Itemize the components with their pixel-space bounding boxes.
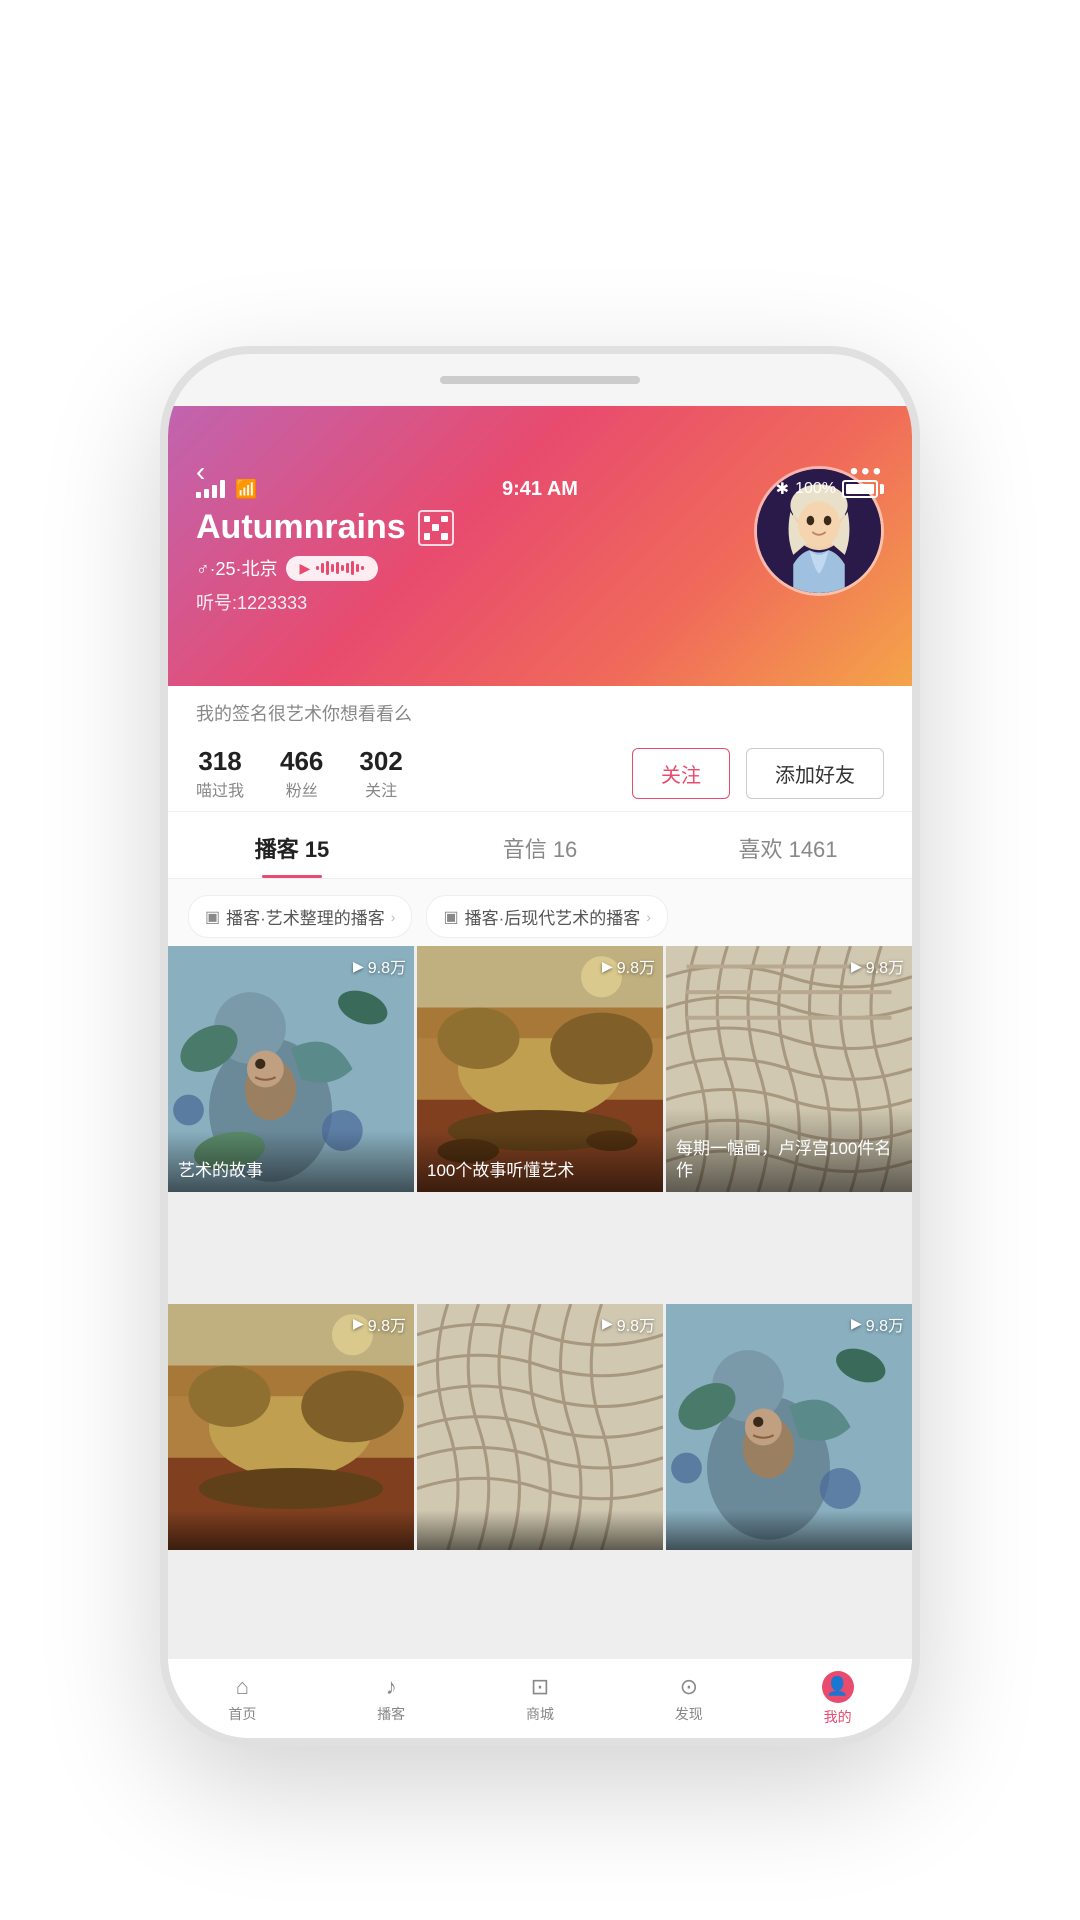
following-label: 关注 xyxy=(365,783,397,800)
add-friend-button[interactable]: 添加好友 xyxy=(746,748,884,799)
bluetooth-icon: ✱ xyxy=(776,479,789,499)
phone-container: 📶 9:41 AM ✱ 100% ‹ ••• xyxy=(0,346,1080,1746)
app-content: 📶 9:41 AM ✱ 100% ‹ ••• xyxy=(168,406,912,1738)
bio-text: 我的签名很艺术你想看看么 xyxy=(168,686,912,736)
profile-nav-icon: 👤 xyxy=(826,1676,848,1697)
play-count-3: ▶ 9.8万 xyxy=(851,954,904,978)
grid-label-4 xyxy=(168,1510,414,1550)
profile-header-bg: ‹ ••• Autumnrains ♂·25·北京 xyxy=(168,406,912,686)
home-icon: ⌂ xyxy=(236,1674,249,1700)
action-buttons: 关注 添加好友 xyxy=(632,748,884,799)
username: Autumnrains xyxy=(196,508,406,547)
grid-item-1[interactable]: ▶ 9.8万 艺术的故事 xyxy=(168,946,414,1192)
playlist-tag-label-1: 播客·艺术整理的播客 xyxy=(226,904,385,929)
status-bar: 📶 9:41 AM ✱ 100% xyxy=(168,458,912,510)
profile-label: 我的 xyxy=(824,1707,852,1727)
following-count: 302 xyxy=(359,746,402,777)
qr-code-icon[interactable] xyxy=(418,510,454,546)
play-icon-2: ▶ xyxy=(602,958,613,975)
voice-play-icon: ▶ xyxy=(300,560,311,577)
grid-label-3: 每期一幅画，卢浮宫100件名作 xyxy=(666,1108,912,1192)
battery-icon xyxy=(842,480,884,498)
profile-bio-section: 我的签名很艺术你想看看么 318 喵过我 466 粉丝 302 关注 xyxy=(168,686,912,955)
stat-fans[interactable]: 466 粉丝 xyxy=(280,746,323,801)
chevron-right-icon-2: › xyxy=(646,909,651,925)
play-icon-1: ▶ xyxy=(353,958,364,975)
grid-label-1: 艺术的故事 xyxy=(168,1130,414,1192)
home-label: 首页 xyxy=(228,1704,256,1724)
nav-item-home[interactable]: ⌂ 首页 xyxy=(168,1674,317,1724)
grid-item-3[interactable]: ▶ 9.8万 每期一幅画，卢浮宫100件名作 xyxy=(666,946,912,1192)
chevron-right-icon-1: › xyxy=(391,909,396,925)
wifi-icon: 📶 xyxy=(235,479,257,500)
play-count-2: ▶ 9.8万 xyxy=(602,954,655,978)
grid-item-6[interactable]: ▶ 9.8万 xyxy=(666,1304,912,1550)
tab-likes[interactable]: 喜欢 1461 xyxy=(664,812,912,878)
grid-label-2: 100个故事听懂艺术 xyxy=(417,1130,663,1192)
fans-count: 466 xyxy=(280,746,323,777)
play-icon-5: ▶ xyxy=(602,1315,613,1332)
playlist-tags-row: ▣ 播客·艺术整理的播客 › ▣ 播客·后现代艺术的播客 › xyxy=(168,879,912,955)
play-count-1: ▶ 9.8万 xyxy=(353,954,406,978)
liked-me-count: 318 xyxy=(196,746,244,777)
status-right: ✱ 100% xyxy=(776,479,884,499)
grid-label-6 xyxy=(666,1510,912,1550)
playlist-tag-icon-2: ▣ xyxy=(443,907,458,927)
nav-item-profile[interactable]: 👤 我的 xyxy=(763,1671,912,1727)
nav-item-podcast[interactable]: ♪ 播客 xyxy=(317,1674,466,1724)
stat-liked-me[interactable]: 318 喵过我 xyxy=(196,746,244,801)
nav-item-discover[interactable]: ⊙ 发现 xyxy=(614,1674,763,1724)
status-time: 9:41 AM xyxy=(502,478,578,501)
follow-button[interactable]: 关注 xyxy=(632,748,730,799)
play-icon-3: ▶ xyxy=(851,958,862,975)
phone-mockup: 📶 9:41 AM ✱ 100% ‹ ••• xyxy=(160,346,920,1746)
grid-item-4[interactable]: ▶ 9.8万 xyxy=(168,1304,414,1550)
phone-notch-bar xyxy=(440,376,640,384)
playlist-tag-art[interactable]: ▣ 播客·艺术整理的播客 › xyxy=(188,895,412,938)
profile-nav-avatar: 👤 xyxy=(822,1671,854,1703)
content-grid: ▶ 9.8万 艺术的故事 xyxy=(168,946,912,1658)
tab-podcasts[interactable]: 播客 15 xyxy=(168,812,416,878)
play-icon-6: ▶ xyxy=(851,1315,862,1332)
shop-icon: ⊡ xyxy=(531,1674,549,1700)
discover-label: 发现 xyxy=(675,1704,703,1724)
signal-bars xyxy=(196,480,225,498)
voice-play-button[interactable]: ▶ xyxy=(286,556,379,581)
play-count-6: ▶ 9.8万 xyxy=(851,1312,904,1336)
shop-label: 商城 xyxy=(526,1704,554,1724)
tab-messages[interactable]: 音信 16 xyxy=(416,812,664,878)
podcast-icon: ♪ xyxy=(386,1674,397,1700)
play-icon-4: ▶ xyxy=(353,1315,364,1332)
battery-percent: 100% xyxy=(795,480,836,498)
nav-item-shop[interactable]: ⊡ 商城 xyxy=(466,1674,615,1724)
grid-item-2[interactable]: ▶ 9.8万 100个故事听懂艺术 xyxy=(417,946,663,1192)
voice-wave xyxy=(316,560,364,576)
stat-following[interactable]: 302 关注 xyxy=(359,746,402,801)
status-left: 📶 xyxy=(196,479,257,500)
play-count-4: ▶ 9.8万 xyxy=(353,1312,406,1336)
playlist-tag-postmodern[interactable]: ▣ 播客·后现代艺术的播客 › xyxy=(426,895,667,938)
podcast-label: 播客 xyxy=(377,1704,405,1724)
play-count-5: ▶ 9.8万 xyxy=(602,1312,655,1336)
playlist-tag-icon-1: ▣ xyxy=(205,907,220,927)
liked-me-label: 喵过我 xyxy=(196,783,244,800)
stats-row: 318 喵过我 466 粉丝 302 关注 关注 添加好友 xyxy=(168,736,912,812)
bottom-nav: ⌂ 首页 ♪ 播客 ⊡ 商城 ⊙ 发现 👤 xyxy=(168,1658,912,1738)
discover-icon: ⊙ xyxy=(680,1674,698,1700)
gender-age-city: ♂·25·北京 xyxy=(196,555,278,581)
fans-label: 粉丝 xyxy=(286,783,318,800)
tabs-row: 播客 15 音信 16 喜欢 1461 xyxy=(168,812,912,879)
grid-label-5 xyxy=(417,1510,663,1550)
playlist-tag-label-2: 播客·后现代艺术的播客 xyxy=(465,904,641,929)
grid-item-5[interactable]: ▶ 9.8万 xyxy=(417,1304,663,1550)
